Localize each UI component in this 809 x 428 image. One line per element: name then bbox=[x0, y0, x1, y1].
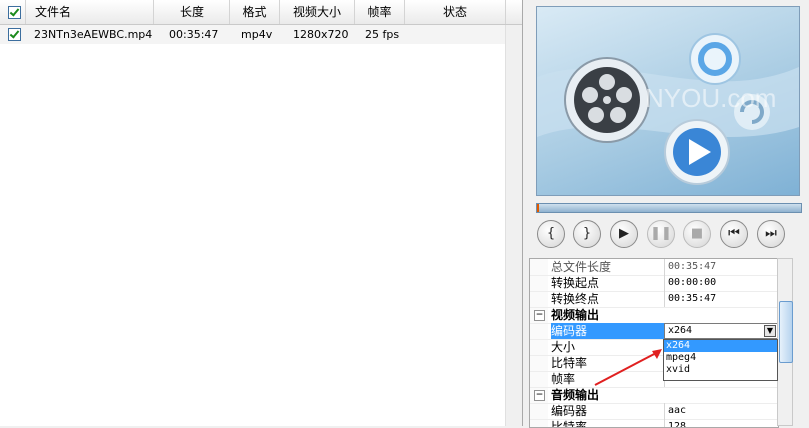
property-row-audio-encoder[interactable]: 编码器 aac bbox=[530, 403, 778, 420]
collapse-icon[interactable]: − bbox=[534, 310, 545, 321]
previous-button[interactable]: ⏮ bbox=[720, 220, 748, 248]
property-value[interactable]: 00:35:47 bbox=[668, 291, 716, 307]
property-name: 转换终点 bbox=[551, 291, 665, 307]
file-name: 23NTn3eAEWBC.mp4 bbox=[34, 28, 153, 41]
film-reel-icon bbox=[564, 57, 650, 143]
mark-in-icon: { bbox=[546, 226, 556, 241]
mark-in-button[interactable]: { bbox=[537, 220, 565, 248]
media-logo-graphic: NYOU.com bbox=[537, 33, 799, 185]
property-name: 编码器 bbox=[551, 323, 665, 339]
encoder-dropdown-value: x264 bbox=[668, 325, 693, 336]
property-value[interactable]: 128 bbox=[668, 419, 686, 427]
next-icon: ⏭ bbox=[765, 226, 777, 241]
encoder-dropdown[interactable]: x264 ▼ bbox=[664, 323, 778, 339]
play-icon: ▶ bbox=[619, 226, 629, 241]
file-row[interactable]: 23NTn3eAEWBC.mp4 00:35:47 mp4v 1280x720 … bbox=[0, 25, 505, 44]
file-list: 文件名 长度 格式 视频大小 帧率 状态 23NTn3eAEWBC.mp4 00… bbox=[0, 0, 523, 426]
property-value[interactable]: 00:00:00 bbox=[668, 275, 716, 291]
property-row-audio-bitrate[interactable]: 比特率 128 bbox=[530, 419, 778, 427]
property-name: 比特率 bbox=[551, 419, 665, 427]
property-value[interactable]: aac bbox=[668, 403, 686, 419]
watermark-text: NYOU.com bbox=[645, 83, 776, 113]
stop-icon: ■ bbox=[690, 226, 704, 241]
column-header-format[interactable]: 格式 bbox=[230, 0, 280, 24]
preview-player: NYOU.com { } ▶ ❚❚ ■ ⏮ ⏭ bbox=[530, 0, 809, 256]
annotation-arrow bbox=[594, 349, 662, 386]
property-grid-scrollbar[interactable] bbox=[777, 258, 793, 426]
select-all-header[interactable] bbox=[0, 0, 26, 24]
quicktime-logo-icon bbox=[689, 33, 741, 85]
pause-icon: ❚❚ bbox=[650, 226, 672, 241]
property-row-total-length[interactable]: 总文件长度 00:35:47 bbox=[530, 259, 778, 276]
property-name: 编码器 bbox=[551, 403, 665, 419]
column-header-fps[interactable]: 帧率 bbox=[355, 0, 405, 24]
encoder-dropdown-list: x264 mpeg4 xvid bbox=[663, 339, 778, 381]
category-name: 视频输出 bbox=[551, 308, 600, 322]
pause-button[interactable]: ❚❚ bbox=[647, 220, 675, 248]
column-header-video-size[interactable]: 视频大小 bbox=[280, 0, 355, 24]
progress-handle[interactable] bbox=[537, 204, 539, 212]
file-row-checkbox[interactable] bbox=[8, 28, 21, 41]
property-row-end[interactable]: 转换终点 00:35:47 bbox=[530, 291, 778, 308]
file-list-header: 文件名 长度 格式 视频大小 帧率 状态 bbox=[0, 0, 522, 25]
stop-button[interactable]: ■ bbox=[683, 220, 711, 248]
scrollbar-thumb[interactable] bbox=[779, 301, 793, 363]
play-logo-icon bbox=[664, 119, 730, 185]
chevron-down-icon[interactable]: ▼ bbox=[764, 325, 776, 337]
column-header-filename[interactable]: 文件名 bbox=[26, 0, 154, 24]
playback-progress-bar[interactable] bbox=[536, 203, 802, 213]
select-all-checkbox[interactable] bbox=[8, 6, 21, 19]
category-video-output[interactable]: − 视频输出 bbox=[530, 307, 778, 324]
file-fps: 25 fps bbox=[365, 28, 400, 41]
play-button[interactable]: ▶ bbox=[610, 220, 638, 248]
mark-out-button[interactable]: } bbox=[573, 220, 601, 248]
previous-icon: ⏮ bbox=[728, 226, 740, 241]
property-row-video-encoder[interactable]: 编码器 x264 ▼ bbox=[530, 323, 778, 340]
property-value: 00:35:47 bbox=[668, 261, 717, 272]
column-header-status[interactable]: 状态 bbox=[405, 0, 506, 24]
property-name: 转换起点 bbox=[551, 275, 665, 291]
video-preview-screen: NYOU.com bbox=[536, 6, 800, 196]
encoder-option[interactable]: x264 bbox=[664, 340, 777, 352]
collapse-icon[interactable]: − bbox=[534, 390, 545, 401]
encoder-option[interactable]: xvid bbox=[664, 364, 777, 376]
file-length: 00:35:47 bbox=[169, 28, 219, 41]
encoder-option[interactable]: mpeg4 bbox=[664, 352, 777, 364]
column-header-length[interactable]: 长度 bbox=[155, 0, 230, 24]
file-video-size: 1280x720 bbox=[293, 28, 349, 41]
property-row-start[interactable]: 转换起点 00:00:00 bbox=[530, 275, 778, 292]
mark-out-icon: } bbox=[582, 226, 592, 241]
next-button[interactable]: ⏭ bbox=[757, 220, 785, 248]
property-name: 总文件长度 bbox=[551, 259, 665, 275]
file-format: mp4v bbox=[241, 28, 273, 41]
file-list-scrollbar[interactable] bbox=[505, 25, 522, 426]
